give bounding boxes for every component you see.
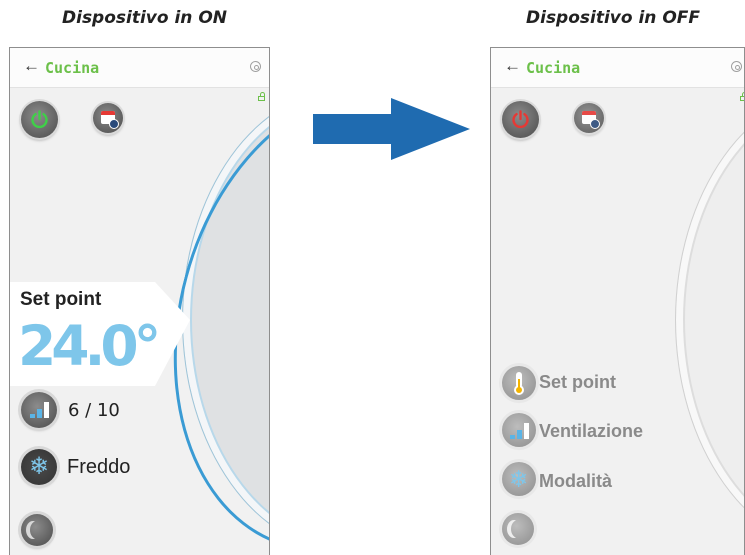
app-bar: ← Cucina	[10, 48, 269, 88]
schedule-button[interactable]	[93, 103, 123, 133]
caption-off: Dispositivo in OFF	[526, 8, 701, 28]
mode-button[interactable]: ❄	[21, 449, 57, 485]
snowflake-icon: ❄	[29, 453, 50, 480]
back-arrow-icon[interactable]: ←	[23, 56, 40, 76]
power-button[interactable]	[21, 101, 58, 138]
power-button[interactable]	[502, 101, 539, 138]
lock-icon[interactable]	[258, 92, 265, 101]
ventilation-button[interactable]	[502, 413, 536, 447]
night-mode-button[interactable]	[21, 514, 53, 546]
fan-speed-value: 6 / 10	[68, 400, 120, 421]
power-icon	[31, 110, 48, 129]
thermostat-dial[interactable]	[675, 88, 744, 552]
fan-bars-icon	[510, 423, 530, 439]
mode-button[interactable]: ❄	[502, 462, 536, 496]
thermostat-dial[interactable]	[182, 88, 269, 552]
transition-arrow-icon	[313, 98, 470, 160]
caption-on: Dispositivo in ON	[62, 8, 228, 28]
moon-icon	[511, 520, 525, 538]
snowflake-icon: ❄	[509, 466, 529, 492]
gear-icon[interactable]	[731, 61, 742, 72]
clock-icon	[590, 119, 600, 129]
phone-off-screen: ← Cucina Set point Ventilazione ❄ Modali…	[490, 47, 745, 555]
fan-bars-icon	[30, 402, 50, 418]
set-point-label: Set point	[539, 372, 616, 392]
lock-icon[interactable]	[740, 92, 744, 101]
room-title: Cucina	[526, 59, 581, 77]
ventilation-label: Ventilazione	[539, 421, 644, 441]
temperature-value: 24.0°	[18, 314, 161, 378]
room-title: Cucina	[45, 59, 100, 77]
set-point-label: Set point	[20, 289, 102, 310]
schedule-button[interactable]	[574, 103, 604, 133]
mode-label: Modalità	[539, 471, 613, 491]
clock-icon	[109, 119, 119, 129]
app-bar: ← Cucina	[491, 48, 744, 88]
night-mode-button[interactable]	[502, 513, 534, 545]
moon-icon	[30, 521, 44, 539]
mode-value: Freddo	[67, 456, 131, 478]
thermometer-icon	[514, 372, 524, 395]
phone-on-screen: ← Cucina Set point 24.0° 6 / 10 ❄ Freddo	[9, 47, 270, 555]
fan-speed-button[interactable]	[21, 392, 57, 428]
gear-icon[interactable]	[250, 61, 261, 72]
set-point-button[interactable]	[502, 366, 536, 400]
back-arrow-icon[interactable]: ←	[504, 56, 521, 76]
power-icon	[512, 110, 529, 129]
